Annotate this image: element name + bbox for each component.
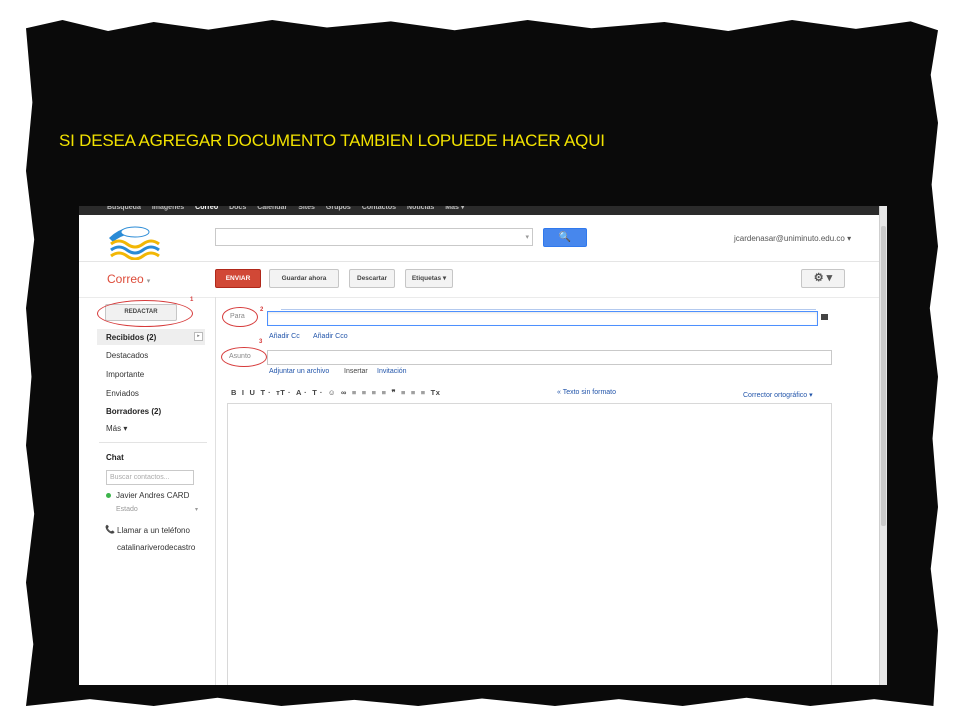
format-button[interactable]: ≡ <box>352 388 357 397</box>
format-button[interactable]: T · <box>312 388 323 397</box>
format-button[interactable]: T · <box>260 388 271 397</box>
labels-button[interactable]: Etiquetas ▾ <box>405 269 453 288</box>
invitation-link[interactable]: Invitación <box>377 368 407 375</box>
sidebar-item-more[interactable]: Más ▾ <box>106 424 127 433</box>
top-nav-item[interactable]: Calendar <box>257 206 287 211</box>
chevron-down-icon: ▾ <box>146 278 151 285</box>
sidebar-divider <box>215 297 216 685</box>
sidebar-separator <box>99 442 207 443</box>
top-nav-items: Búsqueda Imágenes Correo Docs Calendar Sites G… <box>107 206 475 211</box>
insert-label: Insertar <box>344 368 368 375</box>
toolbar-divider <box>79 297 879 298</box>
format-button[interactable]: ≡ <box>401 388 406 397</box>
online-status-icon <box>106 493 111 498</box>
gmail-screenshot: Búsqueda Imágenes Correo Docs Calendar Sites G… <box>79 206 887 685</box>
chat-search-input[interactable]: Buscar contactos... <box>106 470 194 485</box>
annotation-number-1: 1 <box>190 297 194 303</box>
attach-file-link[interactable]: Adjuntar un archivo <box>269 368 329 375</box>
to-field-top-line <box>281 309 816 310</box>
search-input[interactable]: ▾ <box>215 228 533 246</box>
sidebar-item-starred[interactable]: Destacados <box>106 351 148 360</box>
format-button[interactable]: B <box>231 388 237 397</box>
format-button[interactable]: ᴛT · <box>276 388 291 397</box>
chat-contact[interactable]: Javier Andres CARD <box>116 491 189 500</box>
slide-caption: SI DESEA AGREGAR DOCUMENTO TAMBIEN LOPUE… <box>59 131 605 150</box>
sidebar-item-important[interactable]: Importante <box>106 370 144 379</box>
send-button[interactable]: ENVIAR <box>215 269 261 288</box>
format-button[interactable]: ≡ <box>362 388 367 397</box>
format-button[interactable]: ≡ <box>372 388 377 397</box>
app-switcher[interactable]: Correo ▾ <box>107 272 150 286</box>
format-button[interactable]: A · <box>296 388 307 397</box>
phone-icon: 📞 <box>105 525 115 534</box>
subject-label: Asunto <box>229 353 251 360</box>
chat-contact-other[interactable]: catalinariverodecastro <box>117 543 195 552</box>
top-nav-item[interactable]: Más ▾ <box>445 206 464 211</box>
logo-icon[interactable] <box>105 220 167 260</box>
header-divider <box>79 261 879 262</box>
chat-status-select[interactable]: Estado <box>116 506 138 513</box>
format-button[interactable]: ❞ <box>391 388 396 397</box>
format-toolbar: BIU T · ᴛT · A · T · ☺ ∞ ≡ ≡ ≡ ≡ ❞ ≡ ≡ ≡ Tx <box>231 388 445 400</box>
spellcheck-link[interactable]: Corrector ortográfico ▾ <box>743 391 813 399</box>
search-dropdown-icon[interactable]: ▾ <box>525 233 529 241</box>
top-nav-item[interactable]: Noticias <box>407 206 434 211</box>
plain-text-link[interactable]: « Texto sin formato <box>557 389 616 396</box>
save-now-button[interactable]: Guardar ahora <box>269 269 339 288</box>
account-menu[interactable]: jcardenasar@uniminuto.edu.co ▾ <box>734 234 851 243</box>
chevron-down-icon[interactable]: ▾ <box>195 506 198 513</box>
top-nav-item[interactable]: Contactos <box>362 206 396 211</box>
annotation-number-2: 2 <box>260 307 264 313</box>
format-button[interactable]: I <box>242 388 245 397</box>
message-body-editor[interactable] <box>227 403 832 685</box>
format-button[interactable]: U <box>250 388 256 397</box>
format-button[interactable]: ≡ <box>421 388 426 397</box>
to-label: Para <box>230 313 245 320</box>
format-button[interactable]: ≡ <box>411 388 416 397</box>
sidebar-item-drafts[interactable]: Borradores (2) <box>106 407 161 416</box>
contacts-icon[interactable] <box>821 314 828 320</box>
sidebar-item-inbox[interactable]: Recibidos (2) <box>106 333 156 342</box>
expand-icon[interactable]: ▸ <box>194 332 203 341</box>
chat-title: Chat <box>106 453 124 462</box>
to-input[interactable] <box>267 311 818 326</box>
scroll-thumb[interactable] <box>881 226 886 526</box>
top-nav-item[interactable]: Grupos <box>326 206 351 211</box>
format-button[interactable]: Tx <box>431 388 441 397</box>
settings-gear-button[interactable]: ⚙ ▾ <box>801 269 845 288</box>
page-scrollbar[interactable] <box>879 206 887 685</box>
google-top-nav: Búsqueda Imágenes Correo Docs Calendar Sites G… <box>79 206 887 215</box>
top-nav-item[interactable]: Sites <box>298 206 315 211</box>
top-nav-item[interactable]: Correo <box>195 206 218 211</box>
call-phone-link[interactable]: Llamar a un teléfono <box>117 526 190 535</box>
top-nav-item[interactable]: Imágenes <box>152 206 184 211</box>
app-title: Correo <box>107 272 144 286</box>
subject-input[interactable] <box>267 350 832 365</box>
search-button[interactable]: 🔍 <box>543 228 587 247</box>
format-button[interactable]: ≡ <box>382 388 387 397</box>
annotation-number-3: 3 <box>259 339 263 345</box>
discard-button[interactable]: Descartar <box>349 269 395 288</box>
sidebar-item-sent[interactable]: Enviados <box>106 389 139 398</box>
format-button[interactable]: ∞ <box>341 388 347 397</box>
add-cc-link[interactable]: Añadir Cc <box>269 333 300 340</box>
search-icon: 🔍 <box>558 232 572 243</box>
annotation-circle-compose <box>97 300 193 327</box>
top-nav-item[interactable]: Búsqueda <box>107 206 141 211</box>
add-bcc-link[interactable]: Añadir Cco <box>313 333 348 340</box>
format-button[interactable]: ☺ <box>328 388 336 397</box>
top-nav-item[interactable]: Docs <box>229 206 246 211</box>
